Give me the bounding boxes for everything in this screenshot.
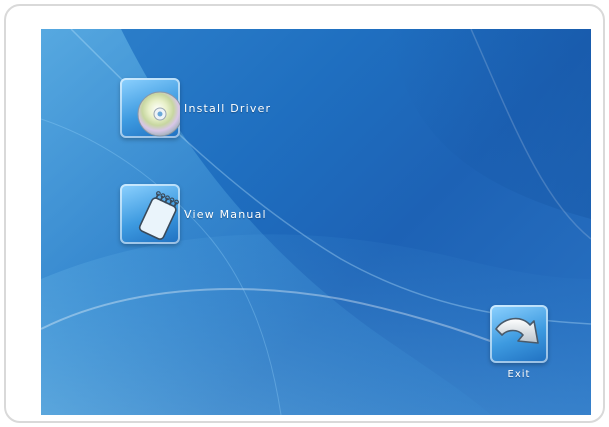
exit-tile[interactable] [490, 305, 548, 363]
view-manual-button[interactable]: View Manual [120, 184, 267, 244]
view-manual-tile[interactable] [120, 184, 180, 244]
curved-arrow-icon [495, 317, 539, 344]
install-driver-tile[interactable] [120, 78, 180, 138]
launcher-panel: Install Driver View Manual Exit [41, 29, 591, 415]
cd-disc-icon [137, 91, 180, 137]
install-driver-label: Install Driver [184, 101, 272, 115]
launcher-frame: Install Driver View Manual Exit [4, 4, 605, 423]
view-manual-label: View Manual [184, 207, 267, 221]
notepad-icon [138, 191, 179, 240]
exit-button[interactable]: Exit [489, 305, 549, 380]
install-driver-button[interactable]: Install Driver [120, 78, 271, 138]
exit-label: Exit [507, 369, 531, 380]
